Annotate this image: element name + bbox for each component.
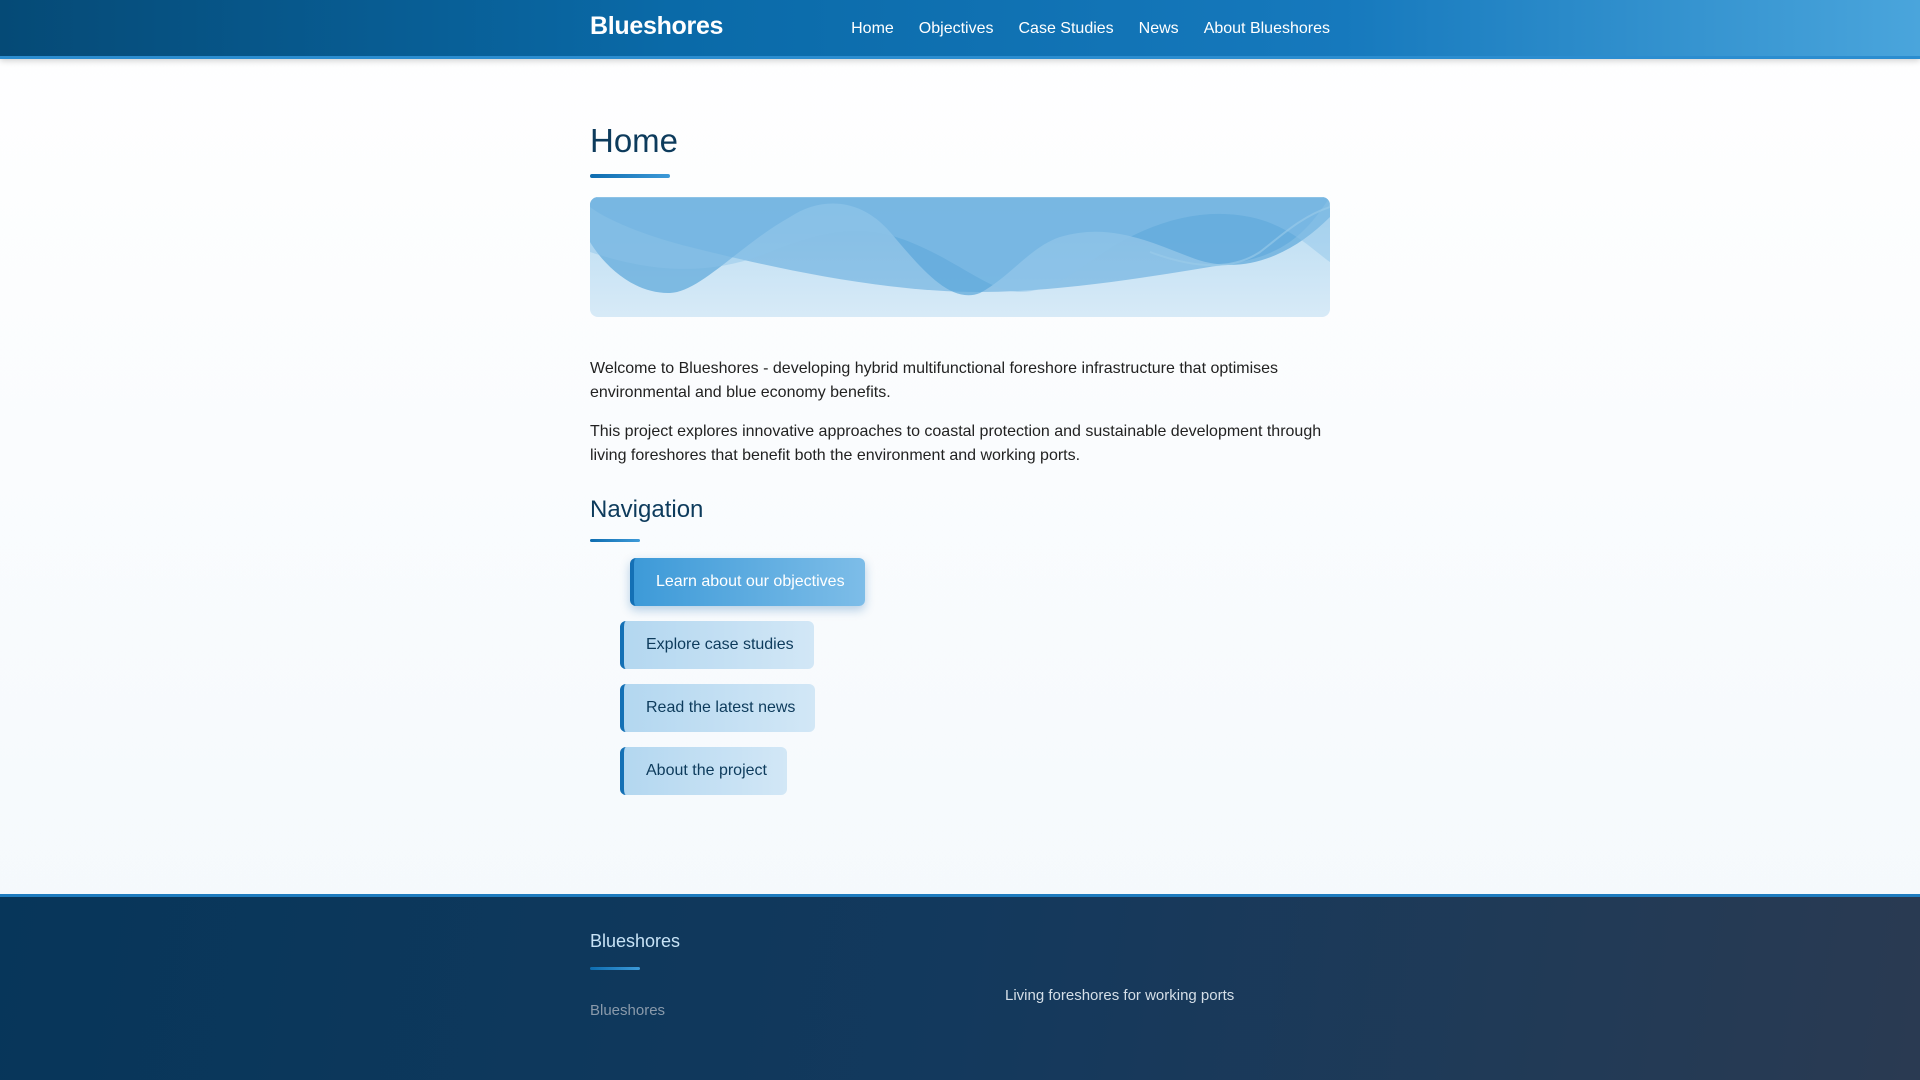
wave-banner [590,197,1330,317]
main-nav: Home Objectives Case Studies News About … [851,0,1330,56]
news-button[interactable]: Read the latest news [620,684,816,732]
footer-underline [590,967,640,970]
navigation-underline [590,539,640,542]
page-title: Home [590,122,679,159]
nav-link-about[interactable]: About Blueshores [1204,19,1330,38]
nav-link-news[interactable]: News [1139,19,1179,38]
site-footer: Blueshores Blueshores Living foreshores … [0,894,1920,1080]
main-content: Home Welcome to Blueshores - developing … [590,56,1330,795]
site-header: Blueshores Home Objectives Case Studies … [0,0,1920,59]
case-studies-button[interactable]: Explore case studies [620,621,814,669]
navigation-heading: Navigation [590,496,704,523]
nav-link-objectives[interactable]: Objectives [919,19,994,38]
wave-illustration [590,197,1330,296]
footer-tagline: Living foreshores for working ports [1005,987,1235,1004]
objectives-button[interactable]: Learn about our objectives [630,558,865,606]
title-underline [590,174,670,178]
footer-title: Blueshores [590,931,681,951]
nav-link-home[interactable]: Home [851,19,894,38]
footer-brand-link[interactable]: Blueshores [590,1002,665,1019]
nav-link-case-studies[interactable]: Case Studies [1019,19,1114,38]
description-paragraph: This project explores innovative approac… [590,423,1322,464]
about-project-button[interactable]: About the project [620,747,787,795]
intro-paragraph: Welcome to Blueshores - developing hybri… [590,360,1279,401]
site-brand-logo[interactable]: Blueshores [590,12,723,41]
